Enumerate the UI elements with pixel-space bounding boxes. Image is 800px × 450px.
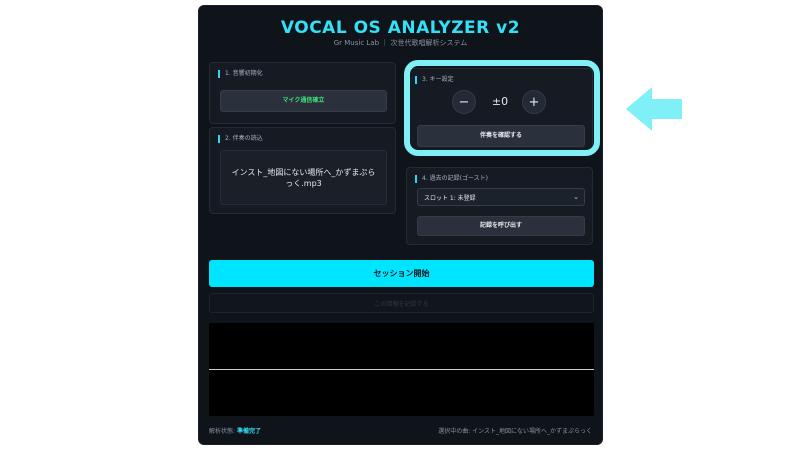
song-load-card: 2. 伴奏の読込 インスト_地図にない場所へ_かずまぷらっく.mp3 [209, 127, 396, 214]
current-song-label: 選択中の曲: インスト_地図にない場所へ_かずまぷらっく [438, 428, 592, 435]
ghost-slot-select[interactable]: スロット 1: 未登録 ⌄ [417, 188, 585, 206]
audio-init-card: 1. 音響初期化 マイク通信確立 [209, 62, 396, 124]
status-label: 解析状態: [209, 428, 236, 435]
waveform-display [209, 323, 594, 416]
chevron-down-icon: ⌄ [573, 193, 579, 201]
pointer-arrow-icon [626, 87, 682, 131]
app-title: VOCAL OS ANALYZER v2 [280, 18, 521, 38]
audio-init-label: 1. 音響初期化 [218, 70, 263, 78]
analysis-status: 解析状態: 準備完了 [209, 426, 261, 435]
session-start-button[interactable]: セッション開始 [209, 260, 594, 287]
history-label: 4. 過去の記録(ゴースト) [415, 175, 488, 183]
song-load-label: 2. 伴奏の読込 [218, 135, 263, 143]
mic-connect-button[interactable]: マイク通信確立 [220, 90, 387, 112]
waveform-baseline [209, 369, 594, 370]
recall-record-button[interactable]: 記録を呼び出す [417, 216, 585, 236]
ghost-slot-value: スロット 1: 未登録 [424, 194, 476, 202]
record-info-button[interactable]: この情報を記録する [209, 293, 594, 313]
status-value: 準備完了 [236, 428, 261, 435]
app-subtitle: Gr Music Lab ｜ 次世代歌唱解析システム [333, 39, 468, 47]
history-card: 4. 過去の記録(ゴースト) スロット 1: 未登録 ⌄ 記録を呼び出す [406, 167, 593, 245]
song-file-dropzone[interactable]: インスト_地図にない場所へ_かずまぷらっく.mp3 [220, 150, 387, 205]
key-setting-highlight [404, 60, 600, 156]
